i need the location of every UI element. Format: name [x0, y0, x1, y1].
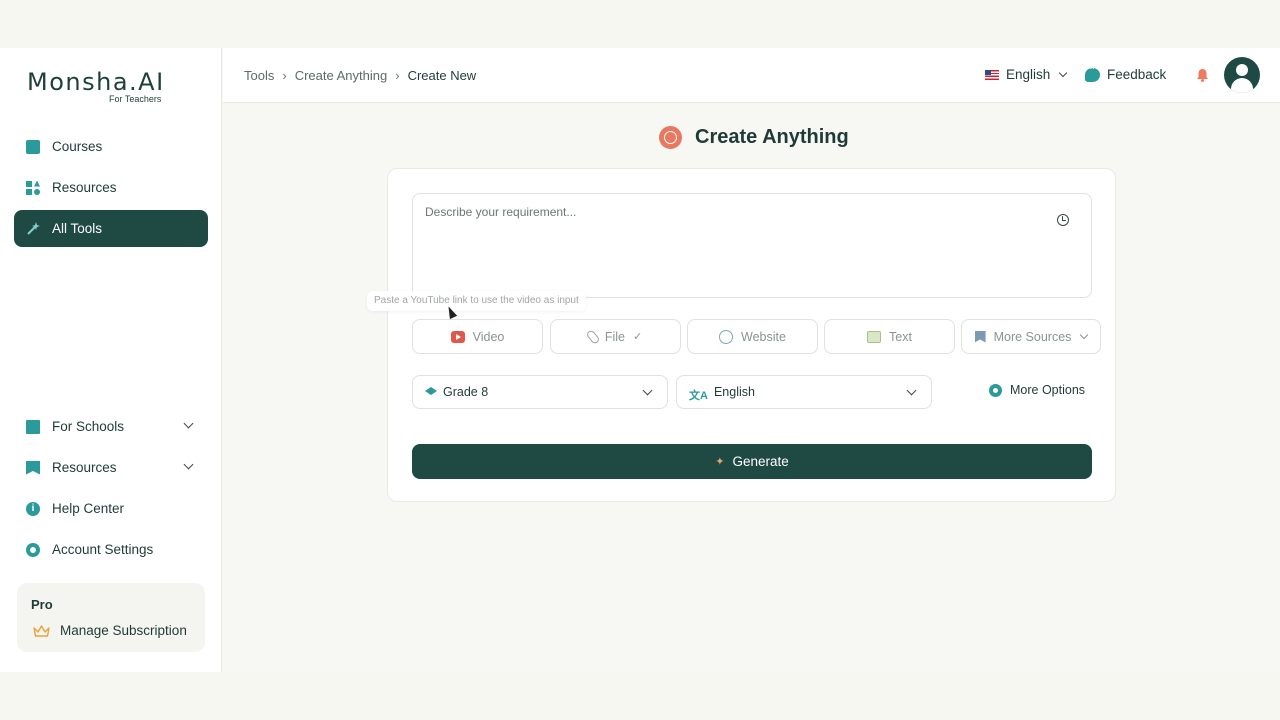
sidebar-item-label: Courses — [52, 139, 103, 154]
top-header: Tools › Create Anything › Create New Eng… — [223, 48, 1280, 103]
source-label: File — [604, 329, 625, 344]
grade-select[interactable]: Grade 8 — [412, 375, 668, 409]
requirement-input[interactable]: Describe your requirement... — [412, 193, 1092, 298]
requirement-placeholder: Describe your requirement... — [425, 205, 577, 219]
bookmark-icon — [974, 330, 986, 343]
sparkle-icon: ✦ — [715, 456, 725, 468]
sidebar-item-help-center[interactable]: i Help Center — [14, 490, 208, 527]
source-label: Website — [741, 329, 786, 344]
sidebar-item-resources-group[interactable]: Resources — [14, 449, 208, 486]
breadcrumb-item-create-anything[interactable]: Create Anything — [295, 68, 388, 83]
chevron-down-icon — [183, 459, 194, 470]
sidebar-item-label: All Tools — [52, 221, 103, 236]
language-label: English — [1006, 67, 1051, 82]
more-sources-dropdown[interactable]: More Sources — [961, 319, 1101, 354]
source-video-button[interactable]: Video — [412, 319, 543, 354]
check-icon: ✓ — [632, 331, 643, 343]
chat-bubble-icon — [1085, 63, 1100, 82]
breadcrumb-separator: › — [395, 68, 400, 83]
source-text-button[interactable]: Text — [824, 319, 955, 354]
breadcrumb-item-current: Create New — [407, 68, 477, 83]
sidebar-item-label: Account Settings — [52, 542, 154, 557]
sidebar-item-courses[interactable]: Courses — [14, 128, 208, 165]
source-label: Text — [889, 329, 912, 344]
sidebar-item-for-schools[interactable]: For Schools — [14, 408, 208, 445]
chevron-down-icon — [183, 418, 194, 429]
building-icon — [26, 419, 40, 434]
globe-hand-icon — [659, 126, 682, 149]
user-avatar[interactable] — [1224, 57, 1260, 93]
globe-icon — [719, 329, 734, 344]
sidebar-item-label: For Schools — [52, 419, 125, 434]
text-doc-icon — [867, 330, 882, 343]
breadcrumb-item-tools[interactable]: Tools — [244, 68, 274, 83]
notification-bell-icon[interactable] — [1196, 68, 1209, 82]
sidebar-item-all-tools[interactable]: All Tools — [14, 210, 208, 247]
generate-label: Generate — [732, 454, 789, 469]
crown-icon — [33, 624, 50, 637]
plan-label: Pro — [31, 597, 53, 612]
info-icon: i — [26, 501, 40, 516]
app-window: Monsha.AI For Teachers Courses Resources… — [0, 48, 1280, 672]
create-card: Describe your requirement... Video File … — [387, 168, 1116, 502]
brand-logo[interactable]: Monsha.AI For Teachers — [27, 68, 165, 104]
grade-value: Grade 8 — [443, 385, 489, 399]
shapes-icon — [26, 180, 40, 195]
chevron-down-icon — [1059, 68, 1068, 77]
history-icon[interactable] — [1057, 214, 1069, 226]
us-flag-icon — [985, 69, 999, 80]
manage-subscription-link[interactable]: Manage Subscription — [33, 623, 187, 638]
brand-tagline: For Teachers — [109, 94, 162, 104]
feedback-button[interactable]: Feedback — [1085, 63, 1167, 82]
book-icon — [26, 139, 40, 154]
graduation-cap-icon — [425, 387, 437, 395]
output-language-select[interactable]: 文A English — [676, 375, 932, 409]
sidebar-item-resources[interactable]: Resources — [14, 169, 208, 206]
bookmark-icon — [26, 460, 40, 475]
language-select[interactable]: English — [985, 67, 1068, 82]
page-heading: Create Anything — [659, 126, 849, 149]
breadcrumb: Tools › Create Anything › Create New — [244, 68, 476, 83]
feedback-label: Feedback — [1107, 67, 1167, 82]
subscription-card: Pro Manage Subscription — [17, 583, 205, 652]
gear-icon — [26, 542, 40, 557]
output-language-value: English — [713, 385, 755, 399]
translate-icon: 文A — [689, 390, 708, 402]
source-label: More Sources — [993, 329, 1072, 344]
brand-name: Monsha.AI — [27, 68, 165, 96]
page-title: Create Anything — [695, 126, 849, 148]
chevron-down-icon — [642, 385, 653, 396]
breadcrumb-separator: › — [282, 68, 287, 83]
magic-wand-icon — [26, 221, 40, 236]
source-label: Video — [472, 329, 505, 344]
sidebar-item-label: Help Center — [52, 501, 125, 516]
more-options-label: More Options — [1010, 383, 1086, 397]
sidebar: Monsha.AI For Teachers Courses Resources… — [0, 48, 222, 672]
more-options-button[interactable]: More Options — [989, 383, 1085, 397]
sidebar-item-account-settings[interactable]: Account Settings — [14, 531, 208, 568]
paperclip-icon — [585, 328, 601, 345]
youtube-icon — [450, 330, 465, 343]
sidebar-item-label: Resources — [52, 180, 117, 195]
manage-subscription-label: Manage Subscription — [60, 623, 187, 638]
generate-button[interactable]: ✦ Generate — [412, 444, 1092, 479]
chevron-down-icon — [906, 385, 917, 396]
video-tooltip: Paste a YouTube link to use the video as… — [367, 291, 586, 311]
source-website-button[interactable]: Website — [687, 319, 818, 354]
gear-icon — [989, 383, 1002, 397]
user-icon — [1236, 64, 1248, 76]
source-file-button[interactable]: File ✓ — [550, 319, 681, 354]
chevron-down-icon — [1080, 330, 1089, 339]
sidebar-item-label: Resources — [52, 460, 117, 475]
